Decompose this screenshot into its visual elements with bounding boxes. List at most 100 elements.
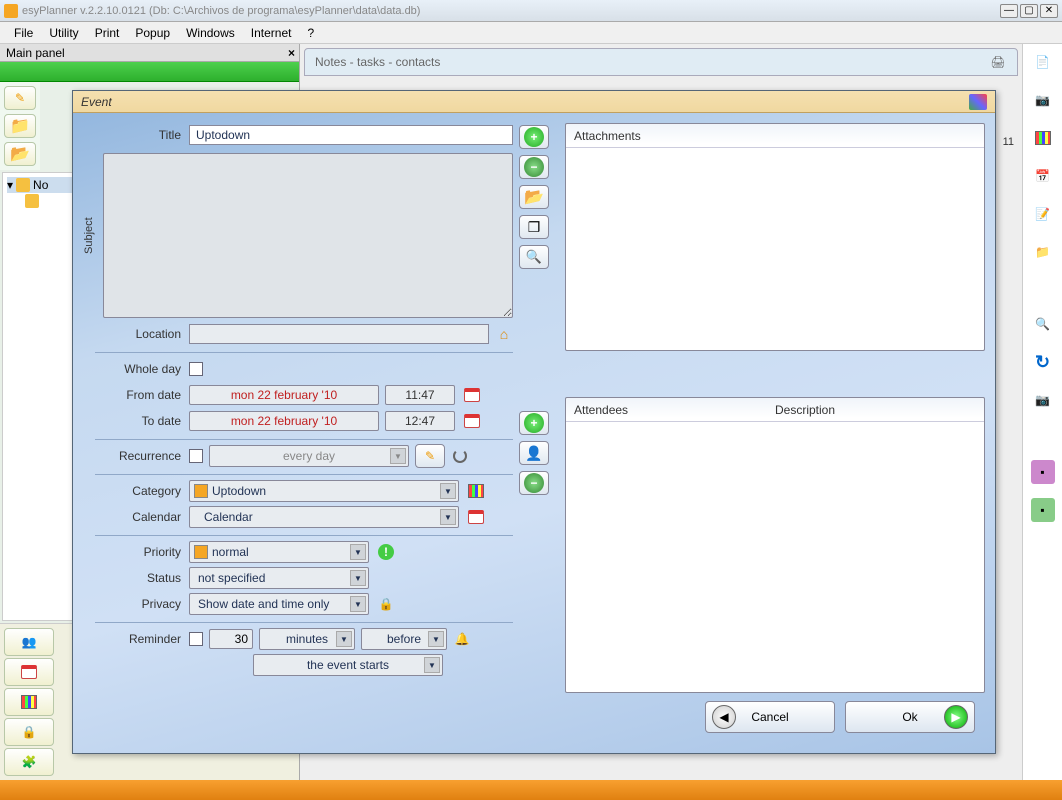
calendar-grid-button[interactable]: [4, 688, 54, 716]
panel-header-bar: [0, 62, 299, 82]
event-dialog-title: Event: [81, 95, 112, 109]
folder-icon: [16, 178, 30, 192]
attendee-add-button[interactable]: +: [519, 411, 549, 435]
attachment-search-button[interactable]: 🔍: [519, 245, 549, 269]
status-combo[interactable]: not specified ▼: [189, 567, 369, 589]
priority-combo[interactable]: normal ▼: [189, 541, 369, 563]
wholeday-checkbox[interactable]: [189, 362, 203, 376]
attachment-copy-button[interactable]: ❐: [519, 215, 549, 239]
reminder-unit-value: minutes: [286, 632, 328, 646]
rt-green-icon[interactable]: ▪: [1031, 498, 1055, 522]
attendee-add-person-button[interactable]: 👤: [519, 441, 549, 465]
category-combo[interactable]: Uptodown ▼: [189, 480, 459, 502]
cancel-button[interactable]: ◀ Cancel: [705, 701, 835, 733]
minimize-button[interactable]: —: [1000, 4, 1018, 18]
contacts-button[interactable]: 👥: [4, 628, 54, 656]
priority-label: Priority: [83, 545, 189, 559]
reminder-relation-combo[interactable]: before ▼: [361, 628, 447, 650]
to-calendar-icon[interactable]: [463, 412, 481, 430]
title-input[interactable]: [189, 125, 513, 145]
menu-windows[interactable]: Windows: [178, 24, 243, 42]
calendar-color-icon[interactable]: [969, 94, 987, 110]
from-time-input[interactable]: 11:47: [385, 385, 455, 405]
print-icon[interactable]: 🖨: [989, 53, 1007, 71]
event-dialog-titlebar[interactable]: Event: [73, 91, 995, 113]
window-titlebar: esyPlanner v.2.2.10.0121 (Db: C:\Archivo…: [0, 0, 1062, 22]
rt-search-icon[interactable]: 🔍: [1031, 312, 1055, 336]
privacy-combo[interactable]: Show date and time only ▼: [189, 593, 369, 615]
status-label: Status: [83, 571, 189, 585]
reminder-value-input[interactable]: 30: [209, 629, 253, 649]
reminder-unit-combo[interactable]: minutes ▼: [259, 628, 355, 650]
chevron-down-icon: ▼: [350, 596, 366, 612]
subject-textarea[interactable]: [103, 153, 513, 318]
bell-icon[interactable]: 🔔: [453, 630, 471, 648]
calendar-remove-icon[interactable]: [467, 508, 485, 526]
reminder-anchor-combo[interactable]: the event starts ▼: [253, 654, 443, 676]
rt-grid-icon[interactable]: [1031, 126, 1055, 150]
edit-recurrence-button[interactable]: ✎: [415, 444, 445, 468]
forward-arrow-icon: ▶: [944, 705, 968, 729]
attachment-open-button[interactable]: 📂: [519, 185, 549, 209]
chevron-down-icon: ▼: [424, 657, 440, 673]
home-icon[interactable]: ⌂: [495, 325, 513, 343]
attachment-remove-button[interactable]: −: [519, 155, 549, 179]
close-button[interactable]: ✕: [1040, 4, 1058, 18]
badge-11: 11: [1003, 136, 1014, 148]
new-folder-button[interactable]: 📁: [4, 114, 36, 138]
maximize-button[interactable]: ▢: [1020, 4, 1038, 18]
main-panel-tab[interactable]: Main panel ×: [0, 44, 299, 62]
priority-info-icon[interactable]: !: [377, 543, 395, 561]
category-grid-icon[interactable]: [467, 482, 485, 500]
reminder-relation-value: before: [387, 632, 421, 646]
status-value: not specified: [194, 571, 265, 585]
rt-folder-icon[interactable]: 📁: [1031, 240, 1055, 264]
ok-button[interactable]: Ok ▶: [845, 701, 975, 733]
todate-label: To date: [83, 414, 189, 428]
menu-help[interactable]: ?: [299, 24, 322, 42]
recurrence-checkbox[interactable]: [189, 449, 203, 463]
rt-note-icon[interactable]: 📝: [1031, 202, 1055, 226]
add-folder-button[interactable]: 📂: [4, 142, 36, 166]
rt-calendar-icon[interactable]: 📅: [1031, 164, 1055, 188]
menu-print[interactable]: Print: [87, 24, 128, 42]
to-time-input[interactable]: 12:47: [385, 411, 455, 431]
reminder-checkbox[interactable]: [189, 632, 203, 646]
menu-file[interactable]: File: [6, 24, 41, 42]
menu-popup[interactable]: Popup: [127, 24, 178, 42]
taskbar: [0, 780, 1062, 800]
chevron-down-icon: ▼: [336, 631, 352, 647]
lock-icon[interactable]: 🔒: [377, 595, 395, 613]
app-icon: [4, 4, 18, 18]
menu-internet[interactable]: Internet: [243, 24, 300, 42]
attendees-panel: Attendees Description: [565, 397, 985, 693]
attendee-remove-button[interactable]: −: [519, 471, 549, 495]
chevron-down-icon: ▼: [350, 570, 366, 586]
new-note-button[interactable]: ✎: [4, 86, 36, 110]
main-panel-title: Main panel: [6, 46, 65, 60]
attendees-header: Attendees: [574, 403, 775, 417]
rt-camera-small-icon[interactable]: 📷: [1031, 88, 1055, 112]
calendar-combo[interactable]: Calendar ▼: [189, 506, 459, 528]
right-toolbar: 📄 📷 📅 📝 📁 🔍 ↻ 📷 ▪ ▪: [1022, 44, 1062, 780]
lock-button[interactable]: 🔒: [4, 718, 54, 746]
cancel-label: Cancel: [751, 710, 788, 724]
from-calendar-icon[interactable]: [463, 386, 481, 404]
plugin-button[interactable]: 🧩: [4, 748, 54, 776]
priority-color-swatch: [194, 545, 208, 559]
calendar-small-button[interactable]: [4, 658, 54, 686]
recurrence-combo[interactable]: every day ▼: [209, 445, 409, 467]
rt-purple-icon[interactable]: ▪: [1031, 460, 1055, 484]
rt-refresh-icon[interactable]: ↻: [1031, 350, 1055, 374]
location-input[interactable]: [189, 324, 489, 344]
menubar: File Utility Print Popup Windows Interne…: [0, 22, 1062, 44]
from-date-input[interactable]: mon 22 february '10: [189, 385, 379, 405]
rt-camera-icon[interactable]: 📷: [1031, 388, 1055, 412]
panel-close-icon[interactable]: ×: [288, 46, 295, 60]
rt-new-icon[interactable]: 📄: [1031, 50, 1055, 74]
location-label: Location: [83, 327, 189, 341]
to-date-input[interactable]: mon 22 february '10: [189, 411, 379, 431]
attachment-add-button[interactable]: +: [519, 125, 549, 149]
reminder-label: Reminder: [83, 632, 189, 646]
menu-utility[interactable]: Utility: [41, 24, 86, 42]
